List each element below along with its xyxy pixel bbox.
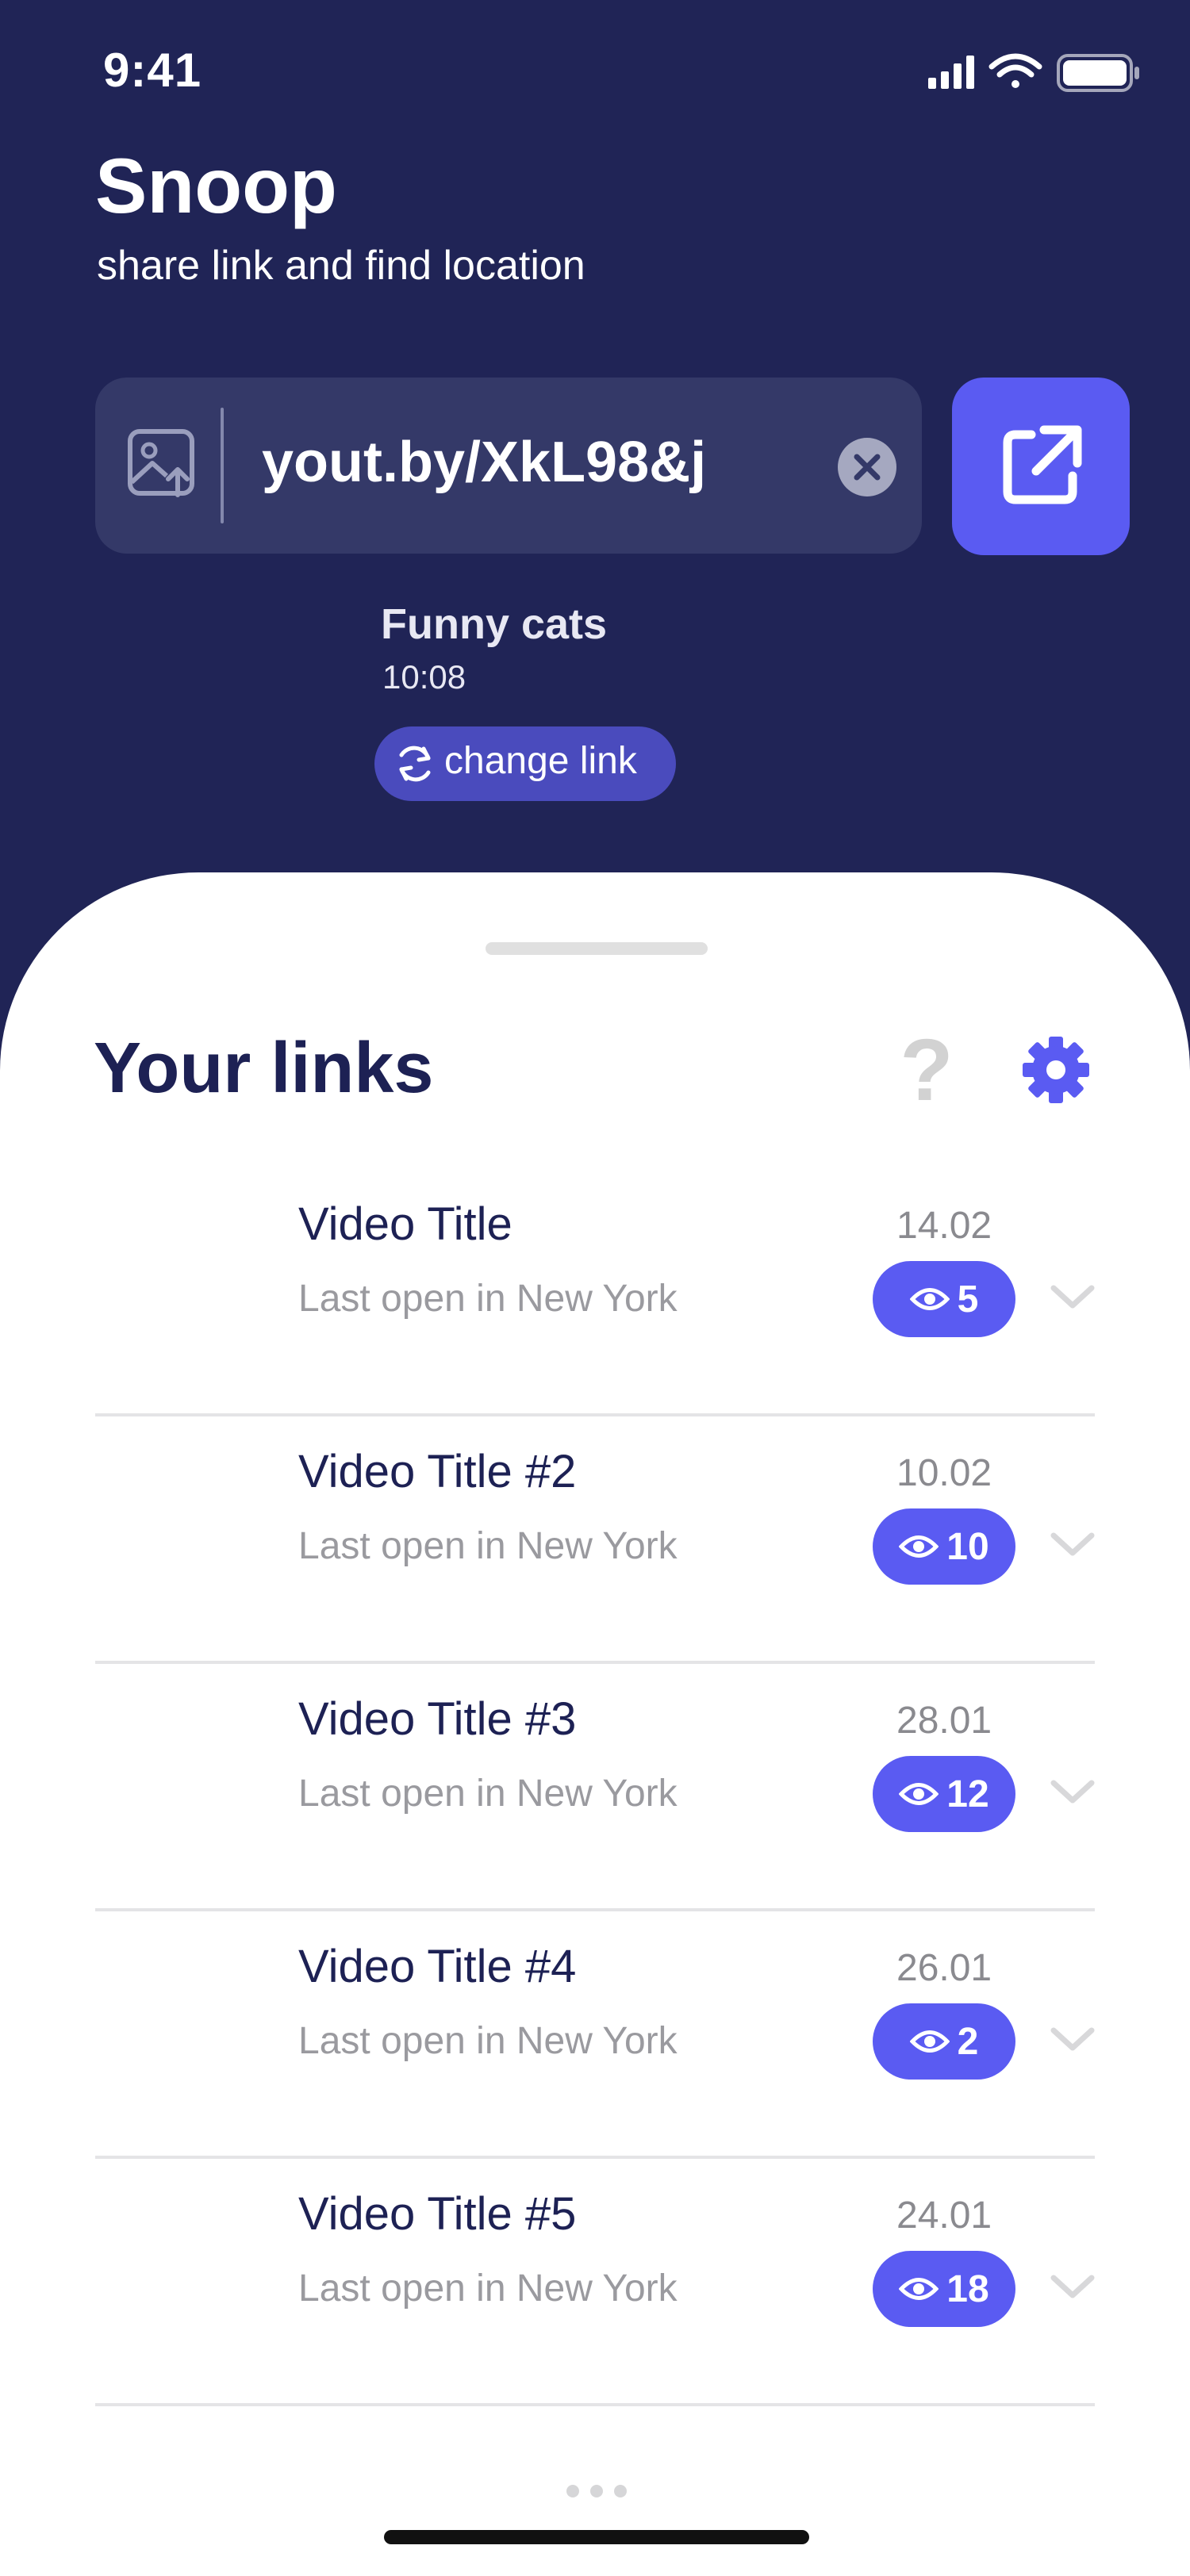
- current-link-title: Funny cats: [381, 600, 608, 648]
- link-last-location: Last open in New York: [298, 1278, 678, 1320]
- sheet-handle[interactable]: [486, 942, 708, 955]
- views-badge: 10: [873, 1508, 1015, 1585]
- views-badge: 5: [873, 1261, 1015, 1337]
- link-list-item[interactable]: Video Title #3 Last open in New York 28.…: [0, 1664, 1190, 1911]
- link-title: Video Title #2: [298, 1446, 577, 1497]
- link-last-location: Last open in New York: [298, 2020, 678, 2062]
- link-title: Video Title #3: [298, 1693, 577, 1745]
- views-count: 18: [946, 2267, 989, 2310]
- status-icons: [928, 53, 1139, 92]
- link-last-location: Last open in New York: [298, 1525, 678, 1567]
- chevron-down-icon[interactable]: [1049, 1528, 1096, 1562]
- battery-icon: [1057, 54, 1139, 92]
- row-divider: [95, 2403, 1095, 2406]
- link-list-item[interactable]: Video Title Last open in New York 14.02 …: [0, 1169, 1190, 1416]
- help-icon[interactable]: ?: [895, 1027, 958, 1114]
- app-title: Snoop: [95, 142, 337, 229]
- chevron-down-icon[interactable]: [1049, 1775, 1096, 1810]
- link-title: Video Title #5: [298, 2188, 577, 2240]
- image-upload-icon[interactable]: [125, 427, 198, 500]
- views-count: 2: [957, 2020, 979, 2063]
- settings-gear-icon[interactable]: [1022, 1036, 1090, 1104]
- wifi-icon: [988, 53, 1042, 88]
- eye-icon: [909, 2030, 950, 2053]
- link-date: 26.01: [896, 1947, 992, 1989]
- current-link-time: 10:08: [382, 658, 466, 696]
- link-list-item[interactable]: Video Title #4 Last open in New York 26.…: [0, 1911, 1190, 2159]
- more-dots-icon[interactable]: [563, 2479, 630, 2503]
- link-date: 10.02: [896, 1452, 992, 1494]
- chevron-down-icon[interactable]: [1049, 2022, 1096, 2057]
- link-date: 14.02: [896, 1205, 992, 1247]
- signal-icon: [928, 56, 974, 89]
- field-divider: [221, 408, 224, 523]
- share-external-icon: [1003, 425, 1082, 504]
- home-indicator[interactable]: [384, 2530, 809, 2544]
- eye-icon: [899, 1535, 939, 1558]
- link-input-value[interactable]: yout.by/XkL98&j: [262, 430, 706, 495]
- chevron-down-icon[interactable]: [1049, 2270, 1096, 2305]
- eye-icon: [899, 2278, 939, 2300]
- links-section-title: Your links: [94, 1029, 434, 1108]
- link-last-location: Last open in New York: [298, 1773, 678, 1815]
- link-title: Video Title: [298, 1198, 512, 1250]
- eye-icon: [909, 1288, 950, 1310]
- share-button[interactable]: [952, 378, 1130, 555]
- app-subtitle: share link and find location: [97, 243, 585, 289]
- clear-icon[interactable]: [838, 438, 896, 496]
- link-date: 28.01: [896, 1700, 992, 1742]
- chevron-down-icon[interactable]: [1049, 1280, 1096, 1315]
- views-badge: 18: [873, 2251, 1015, 2327]
- link-title: Video Title #4: [298, 1941, 577, 1992]
- views-count: 10: [946, 1525, 989, 1568]
- link-last-location: Last open in New York: [298, 2267, 678, 2310]
- link-list-item[interactable]: Video Title #2 Last open in New York 10.…: [0, 1416, 1190, 1664]
- link-list-item[interactable]: Video Title #5 Last open in New York 24.…: [0, 2159, 1190, 2406]
- views-badge: 2: [873, 2003, 1015, 2080]
- refresh-icon: [399, 746, 431, 782]
- views-badge: 12: [873, 1756, 1015, 1832]
- views-count: 5: [957, 1278, 979, 1321]
- link-date: 24.01: [896, 2195, 992, 2237]
- views-count: 12: [946, 1773, 989, 1815]
- status-time: 9:41: [103, 44, 202, 97]
- change-link-label: change link: [444, 740, 637, 782]
- eye-icon: [899, 1783, 939, 1805]
